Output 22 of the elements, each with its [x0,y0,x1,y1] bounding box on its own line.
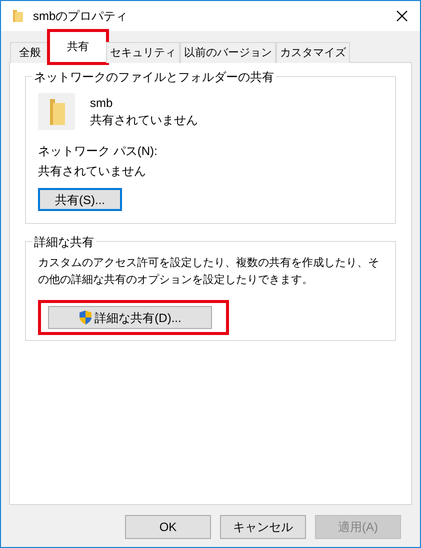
group-title: ネットワークのファイルとフォルダーの共有 [32,68,276,86]
share-button[interactable]: 共有(S)... [38,188,122,211]
folder-icon [11,9,25,23]
tab[interactable]: 全般 [10,42,50,63]
dialog-button[interactable]: キャンセル [220,515,306,539]
tab[interactable]: 共有 [49,31,107,63]
advanced-sharing-label: 詳細な共有(D)... [94,310,182,326]
network-path-value: 共有されていません [38,163,147,180]
description-text: カスタムのアクセス許可を設定したり、複数の共有を作成したり、その他の詳細な共有のオプションを設定したりできます。 [38,256,380,288]
advanced-sharing-button[interactable]: 詳細な共有(D)... [48,306,212,329]
network-path-label: ネットワーク パス(N): [38,143,158,160]
dialog-button[interactable]: OK [125,515,211,539]
folder-name: smb [90,95,114,112]
tab[interactable]: 以前のバージョン [180,42,276,63]
folder-icon [38,93,75,130]
close-icon[interactable] [396,10,408,22]
tab[interactable]: セキュリティ [106,42,180,63]
tab[interactable]: カスタマイズ [276,42,350,63]
window-title: smbのプロパティ [33,8,128,25]
shield-icon [78,310,92,325]
sharing-status: 共有されていません [90,112,198,129]
group-title: 詳細な共有 [32,233,96,251]
